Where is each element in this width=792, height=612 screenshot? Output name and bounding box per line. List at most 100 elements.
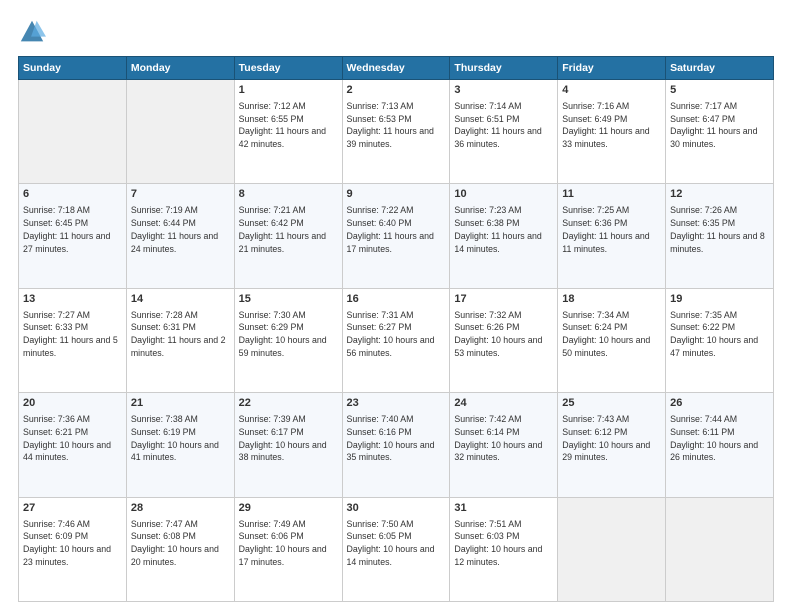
day-info: Sunrise: 7:16 AM Sunset: 6:49 PM Dayligh… — [562, 100, 661, 151]
header — [18, 18, 774, 46]
day-info: Sunrise: 7:26 AM Sunset: 6:35 PM Dayligh… — [670, 204, 769, 255]
day-number: 2 — [347, 83, 446, 99]
day-number: 13 — [23, 292, 122, 308]
day-number: 11 — [562, 187, 661, 203]
day-info: Sunrise: 7:34 AM Sunset: 6:24 PM Dayligh… — [562, 309, 661, 360]
day-number: 27 — [23, 501, 122, 517]
calendar-cell: 9Sunrise: 7:22 AM Sunset: 6:40 PM Daylig… — [342, 184, 450, 288]
day-info: Sunrise: 7:14 AM Sunset: 6:51 PM Dayligh… — [454, 100, 553, 151]
day-number: 16 — [347, 292, 446, 308]
calendar-cell — [558, 497, 666, 601]
calendar-header-sunday: Sunday — [19, 57, 127, 80]
calendar-cell: 2Sunrise: 7:13 AM Sunset: 6:53 PM Daylig… — [342, 80, 450, 184]
day-info: Sunrise: 7:13 AM Sunset: 6:53 PM Dayligh… — [347, 100, 446, 151]
day-number: 6 — [23, 187, 122, 203]
day-info: Sunrise: 7:47 AM Sunset: 6:08 PM Dayligh… — [131, 518, 230, 569]
day-number: 30 — [347, 501, 446, 517]
calendar-cell: 31Sunrise: 7:51 AM Sunset: 6:03 PM Dayli… — [450, 497, 558, 601]
calendar-cell: 20Sunrise: 7:36 AM Sunset: 6:21 PM Dayli… — [19, 393, 127, 497]
day-info: Sunrise: 7:31 AM Sunset: 6:27 PM Dayligh… — [347, 309, 446, 360]
calendar-cell: 1Sunrise: 7:12 AM Sunset: 6:55 PM Daylig… — [234, 80, 342, 184]
calendar-header-thursday: Thursday — [450, 57, 558, 80]
calendar-cell: 29Sunrise: 7:49 AM Sunset: 6:06 PM Dayli… — [234, 497, 342, 601]
calendar-cell: 12Sunrise: 7:26 AM Sunset: 6:35 PM Dayli… — [666, 184, 774, 288]
day-number: 10 — [454, 187, 553, 203]
day-info: Sunrise: 7:40 AM Sunset: 6:16 PM Dayligh… — [347, 413, 446, 464]
calendar-cell: 23Sunrise: 7:40 AM Sunset: 6:16 PM Dayli… — [342, 393, 450, 497]
calendar-cell: 15Sunrise: 7:30 AM Sunset: 6:29 PM Dayli… — [234, 288, 342, 392]
day-number: 12 — [670, 187, 769, 203]
logo-icon — [18, 18, 46, 46]
day-number: 4 — [562, 83, 661, 99]
day-info: Sunrise: 7:12 AM Sunset: 6:55 PM Dayligh… — [239, 100, 338, 151]
day-info: Sunrise: 7:51 AM Sunset: 6:03 PM Dayligh… — [454, 518, 553, 569]
calendar-header-tuesday: Tuesday — [234, 57, 342, 80]
day-number: 7 — [131, 187, 230, 203]
calendar-cell: 13Sunrise: 7:27 AM Sunset: 6:33 PM Dayli… — [19, 288, 127, 392]
day-info: Sunrise: 7:50 AM Sunset: 6:05 PM Dayligh… — [347, 518, 446, 569]
day-number: 26 — [670, 396, 769, 412]
logo — [18, 18, 50, 46]
calendar-cell: 16Sunrise: 7:31 AM Sunset: 6:27 PM Dayli… — [342, 288, 450, 392]
calendar-week-3: 13Sunrise: 7:27 AM Sunset: 6:33 PM Dayli… — [19, 288, 774, 392]
calendar-table: SundayMondayTuesdayWednesdayThursdayFrid… — [18, 56, 774, 602]
day-number: 8 — [239, 187, 338, 203]
calendar-week-1: 1Sunrise: 7:12 AM Sunset: 6:55 PM Daylig… — [19, 80, 774, 184]
day-number: 28 — [131, 501, 230, 517]
day-number: 23 — [347, 396, 446, 412]
day-number: 15 — [239, 292, 338, 308]
calendar-cell: 3Sunrise: 7:14 AM Sunset: 6:51 PM Daylig… — [450, 80, 558, 184]
day-info: Sunrise: 7:28 AM Sunset: 6:31 PM Dayligh… — [131, 309, 230, 360]
day-number: 17 — [454, 292, 553, 308]
calendar-cell: 26Sunrise: 7:44 AM Sunset: 6:11 PM Dayli… — [666, 393, 774, 497]
day-number: 20 — [23, 396, 122, 412]
calendar-cell: 17Sunrise: 7:32 AM Sunset: 6:26 PM Dayli… — [450, 288, 558, 392]
day-info: Sunrise: 7:19 AM Sunset: 6:44 PM Dayligh… — [131, 204, 230, 255]
calendar-cell: 6Sunrise: 7:18 AM Sunset: 6:45 PM Daylig… — [19, 184, 127, 288]
calendar-cell: 5Sunrise: 7:17 AM Sunset: 6:47 PM Daylig… — [666, 80, 774, 184]
day-info: Sunrise: 7:42 AM Sunset: 6:14 PM Dayligh… — [454, 413, 553, 464]
calendar-cell: 30Sunrise: 7:50 AM Sunset: 6:05 PM Dayli… — [342, 497, 450, 601]
day-number: 5 — [670, 83, 769, 99]
calendar-cell: 18Sunrise: 7:34 AM Sunset: 6:24 PM Dayli… — [558, 288, 666, 392]
calendar-week-4: 20Sunrise: 7:36 AM Sunset: 6:21 PM Dayli… — [19, 393, 774, 497]
day-number: 31 — [454, 501, 553, 517]
day-info: Sunrise: 7:21 AM Sunset: 6:42 PM Dayligh… — [239, 204, 338, 255]
page: SundayMondayTuesdayWednesdayThursdayFrid… — [0, 0, 792, 612]
calendar-header-monday: Monday — [126, 57, 234, 80]
calendar-cell: 19Sunrise: 7:35 AM Sunset: 6:22 PM Dayli… — [666, 288, 774, 392]
day-number: 22 — [239, 396, 338, 412]
calendar-week-5: 27Sunrise: 7:46 AM Sunset: 6:09 PM Dayli… — [19, 497, 774, 601]
calendar-cell: 28Sunrise: 7:47 AM Sunset: 6:08 PM Dayli… — [126, 497, 234, 601]
calendar-cell: 24Sunrise: 7:42 AM Sunset: 6:14 PM Dayli… — [450, 393, 558, 497]
day-info: Sunrise: 7:30 AM Sunset: 6:29 PM Dayligh… — [239, 309, 338, 360]
day-info: Sunrise: 7:23 AM Sunset: 6:38 PM Dayligh… — [454, 204, 553, 255]
calendar-header-wednesday: Wednesday — [342, 57, 450, 80]
day-info: Sunrise: 7:43 AM Sunset: 6:12 PM Dayligh… — [562, 413, 661, 464]
calendar-cell: 27Sunrise: 7:46 AM Sunset: 6:09 PM Dayli… — [19, 497, 127, 601]
calendar-cell — [666, 497, 774, 601]
calendar-week-2: 6Sunrise: 7:18 AM Sunset: 6:45 PM Daylig… — [19, 184, 774, 288]
day-number: 29 — [239, 501, 338, 517]
day-info: Sunrise: 7:25 AM Sunset: 6:36 PM Dayligh… — [562, 204, 661, 255]
calendar-cell — [126, 80, 234, 184]
calendar-cell: 21Sunrise: 7:38 AM Sunset: 6:19 PM Dayli… — [126, 393, 234, 497]
calendar-cell: 25Sunrise: 7:43 AM Sunset: 6:12 PM Dayli… — [558, 393, 666, 497]
calendar-cell: 7Sunrise: 7:19 AM Sunset: 6:44 PM Daylig… — [126, 184, 234, 288]
day-number: 14 — [131, 292, 230, 308]
calendar-cell: 11Sunrise: 7:25 AM Sunset: 6:36 PM Dayli… — [558, 184, 666, 288]
calendar-header-friday: Friday — [558, 57, 666, 80]
day-info: Sunrise: 7:46 AM Sunset: 6:09 PM Dayligh… — [23, 518, 122, 569]
calendar-cell: 22Sunrise: 7:39 AM Sunset: 6:17 PM Dayli… — [234, 393, 342, 497]
calendar-cell: 4Sunrise: 7:16 AM Sunset: 6:49 PM Daylig… — [558, 80, 666, 184]
day-number: 3 — [454, 83, 553, 99]
day-info: Sunrise: 7:17 AM Sunset: 6:47 PM Dayligh… — [670, 100, 769, 151]
day-info: Sunrise: 7:18 AM Sunset: 6:45 PM Dayligh… — [23, 204, 122, 255]
day-number: 19 — [670, 292, 769, 308]
calendar-cell — [19, 80, 127, 184]
calendar-header-row: SundayMondayTuesdayWednesdayThursdayFrid… — [19, 57, 774, 80]
day-number: 24 — [454, 396, 553, 412]
day-number: 21 — [131, 396, 230, 412]
day-info: Sunrise: 7:44 AM Sunset: 6:11 PM Dayligh… — [670, 413, 769, 464]
calendar-cell: 10Sunrise: 7:23 AM Sunset: 6:38 PM Dayli… — [450, 184, 558, 288]
